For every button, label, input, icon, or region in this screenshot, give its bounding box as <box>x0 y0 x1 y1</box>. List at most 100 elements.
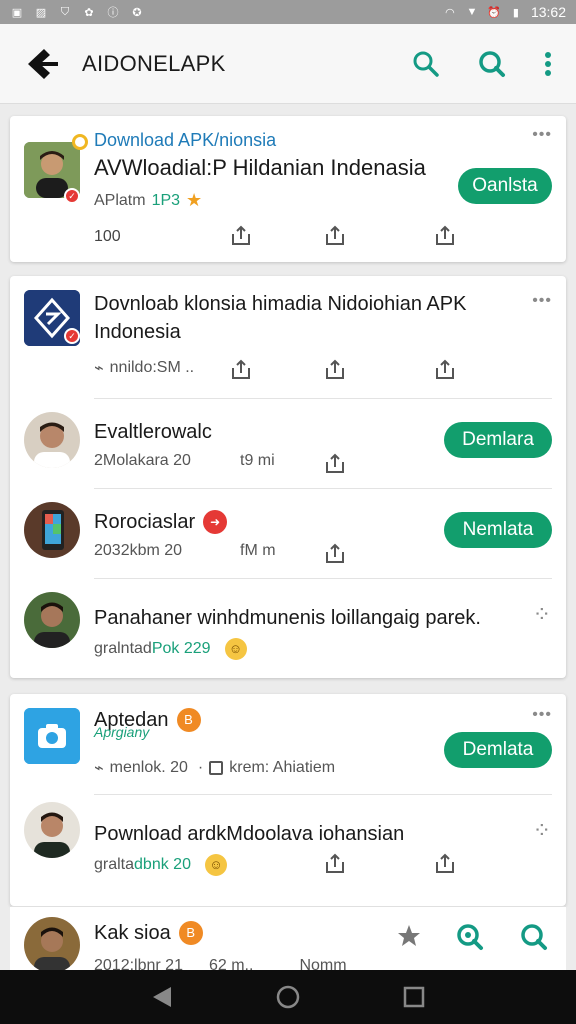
app-title-text[interactable]: AVWloadial:P Hildanian Indenasia <box>94 154 426 182</box>
download-count: 100 <box>94 228 121 245</box>
link-icon: ⌁ <box>94 360 104 377</box>
app-list-card-2: Aptedan B Aprgiany ••• ⌁ menlok. 20 · kr… <box>10 694 566 906</box>
app-title-text[interactable]: Evaltlerowalc <box>94 418 212 446</box>
more-options-icon[interactable]: ⁘ <box>533 818 552 844</box>
app-logo-icon <box>28 48 58 79</box>
list-item[interactable]: Aptedan B Aprgiany ••• ⌁ menlok. 20 · kr… <box>10 694 566 794</box>
bottom-action-bar: Kak sioa B 2012:lbnr 21 62 m.. Nomm <box>10 906 566 974</box>
system-navigation-bar <box>0 970 576 1024</box>
share-icon[interactable] <box>324 358 346 380</box>
share-icon[interactable] <box>230 358 252 380</box>
app-meta: APlatm 1P3 ★ <box>94 190 202 211</box>
more-options-icon[interactable]: ••• <box>532 292 552 310</box>
app-meta: ⌁ nnildo:SM .. <box>94 358 194 378</box>
list-item[interactable]: Panahaner winhdmunenis loillangaig parek… <box>10 580 566 676</box>
list-item[interactable]: Evaltlerowalc 2Molakara 20 t9 mi Demlara <box>10 400 566 488</box>
overflow-menu-icon[interactable] <box>544 51 552 77</box>
share-icon[interactable] <box>434 224 456 246</box>
meta-dot: · <box>197 759 204 776</box>
featured-app-card: ✓ Download APK/nionsia ••• AVWloadial:P … <box>10 116 566 262</box>
app-meta-secondary: t9 mi <box>240 452 275 469</box>
app-meta-num: 1P3 <box>151 191 181 209</box>
link-icon: ⌁ <box>94 760 104 777</box>
more-options-icon[interactable]: ••• <box>532 126 552 144</box>
play-badge-icon: ➜ <box>203 510 228 534</box>
shield-icon: ⛉ <box>60 5 70 18</box>
app-title-text[interactable]: Kak sioa B <box>94 919 203 947</box>
share-icon[interactable] <box>434 852 456 874</box>
app-meta-text: 2Molakara 20 <box>94 452 191 469</box>
search-icon-secondary[interactable] <box>478 50 506 78</box>
app-title-text[interactable]: Pownload ardkMdoolava iohansian <box>94 820 404 848</box>
status-bar: ▣ ▨ ⛉ ✿ ⓘ ✪ ◠ ▼ ⏰ ▮ 13:62 <box>0 0 576 24</box>
app-meta-secondary: fM m <box>240 542 276 559</box>
app-title: AIDONELAPK <box>82 50 226 76</box>
camera-app-icon[interactable] <box>24 708 80 764</box>
divider <box>94 398 552 399</box>
share-icon[interactable] <box>324 224 346 246</box>
user-avatar[interactable] <box>24 592 80 648</box>
share-icon[interactable] <box>324 852 346 874</box>
recents-icon[interactable] <box>403 986 425 1008</box>
app-bar: AIDONELAPK <box>0 24 576 104</box>
user-avatar[interactable] <box>24 502 80 558</box>
download-button[interactable]: Demlara <box>444 422 552 458</box>
app-meta-prefix: APlatm <box>94 191 146 209</box>
user-avatar[interactable] <box>24 412 80 468</box>
download-button[interactable]: Demlata <box>444 732 552 768</box>
search-icon[interactable] <box>412 50 440 78</box>
share-icon[interactable] <box>434 358 456 380</box>
app-meta-text: menlok. 20 <box>109 759 188 776</box>
list-item[interactable]: ✓ Dovnloab klonsia himadia Nidoiohian AP… <box>10 276 566 396</box>
app-meta-green: dbnk 20 <box>134 856 191 873</box>
gold-badge-icon <box>72 134 88 150</box>
share-icon[interactable] <box>324 452 346 474</box>
verified-badge-icon: ✓ <box>64 328 80 344</box>
verified-badge-icon: ✓ <box>64 188 80 204</box>
search-icon-secondary[interactable] <box>520 923 548 951</box>
app-meta: 2032kbm 20 <box>94 542 183 559</box>
coin-badge-icon: B <box>178 921 203 945</box>
app-meta-prefix: gralntad <box>94 640 152 657</box>
alarm-icon: ⏰ <box>487 6 501 19</box>
app-meta-text: nnildo:SM .. <box>109 359 195 376</box>
app-title-text-line2[interactable]: Indonesia <box>94 318 181 346</box>
user-avatar[interactable] <box>24 917 80 973</box>
star-icon: ★ <box>186 190 203 210</box>
home-icon[interactable] <box>276 985 300 1009</box>
app-meta: 2Molakara 20 <box>94 452 191 470</box>
status-time: 13:62 <box>530 4 566 20</box>
more-options-icon[interactable]: ••• <box>532 706 552 724</box>
settings-icon: ✿ <box>84 6 94 19</box>
back-icon[interactable] <box>151 985 173 1009</box>
list-item[interactable]: Pownload ardkMdoolava iohansian ⁘ gralta… <box>10 796 566 896</box>
app-title-text[interactable]: Dovnloab klonsia himadia Nidoiohian APK <box>94 290 466 318</box>
signal-icon: ▼ <box>466 6 478 18</box>
user-avatar[interactable] <box>24 802 80 858</box>
app-title-label: Rorociaslar <box>94 511 196 533</box>
checkbox-icon <box>209 761 224 775</box>
search-icon[interactable] <box>456 923 484 951</box>
download-button[interactable]: Oanlsta <box>458 168 552 204</box>
app-meta-green: Pok 229 <box>151 640 211 657</box>
app-meta-prefix: gralta <box>94 856 135 873</box>
notification-icon: ▣ <box>11 6 23 19</box>
wifi-icon: ◠ <box>445 6 455 19</box>
image-icon: ▨ <box>35 6 47 19</box>
divider <box>94 578 552 579</box>
app-title-text[interactable]: Rorociaslar ➜ <box>94 508 228 536</box>
app-meta-secondary: krem: Ahiatiem <box>229 759 336 776</box>
app-title-text[interactable]: Panahaner winhdmunenis loillangaig parek… <box>94 604 481 632</box>
app-subtitle: Aprgiany <box>94 724 150 740</box>
battery-icon: ▮ <box>512 6 519 19</box>
emoji-icon: ☺ <box>224 638 247 660</box>
app-meta: gralntad Pok 229 ☺ <box>94 638 247 660</box>
card-header-title[interactable]: Download APK/nionsia <box>94 126 276 154</box>
list-item[interactable]: Rorociaslar ➜ 2032kbm 20 fM m Nemlata <box>10 490 566 578</box>
share-icon[interactable] <box>230 224 252 246</box>
share-icon[interactable] <box>324 542 346 564</box>
more-options-icon[interactable]: ⁘ <box>533 602 552 628</box>
download-button[interactable]: Nemlata <box>444 512 552 548</box>
emoji-icon: ☺ <box>204 854 227 876</box>
star-icon[interactable] <box>396 923 422 949</box>
